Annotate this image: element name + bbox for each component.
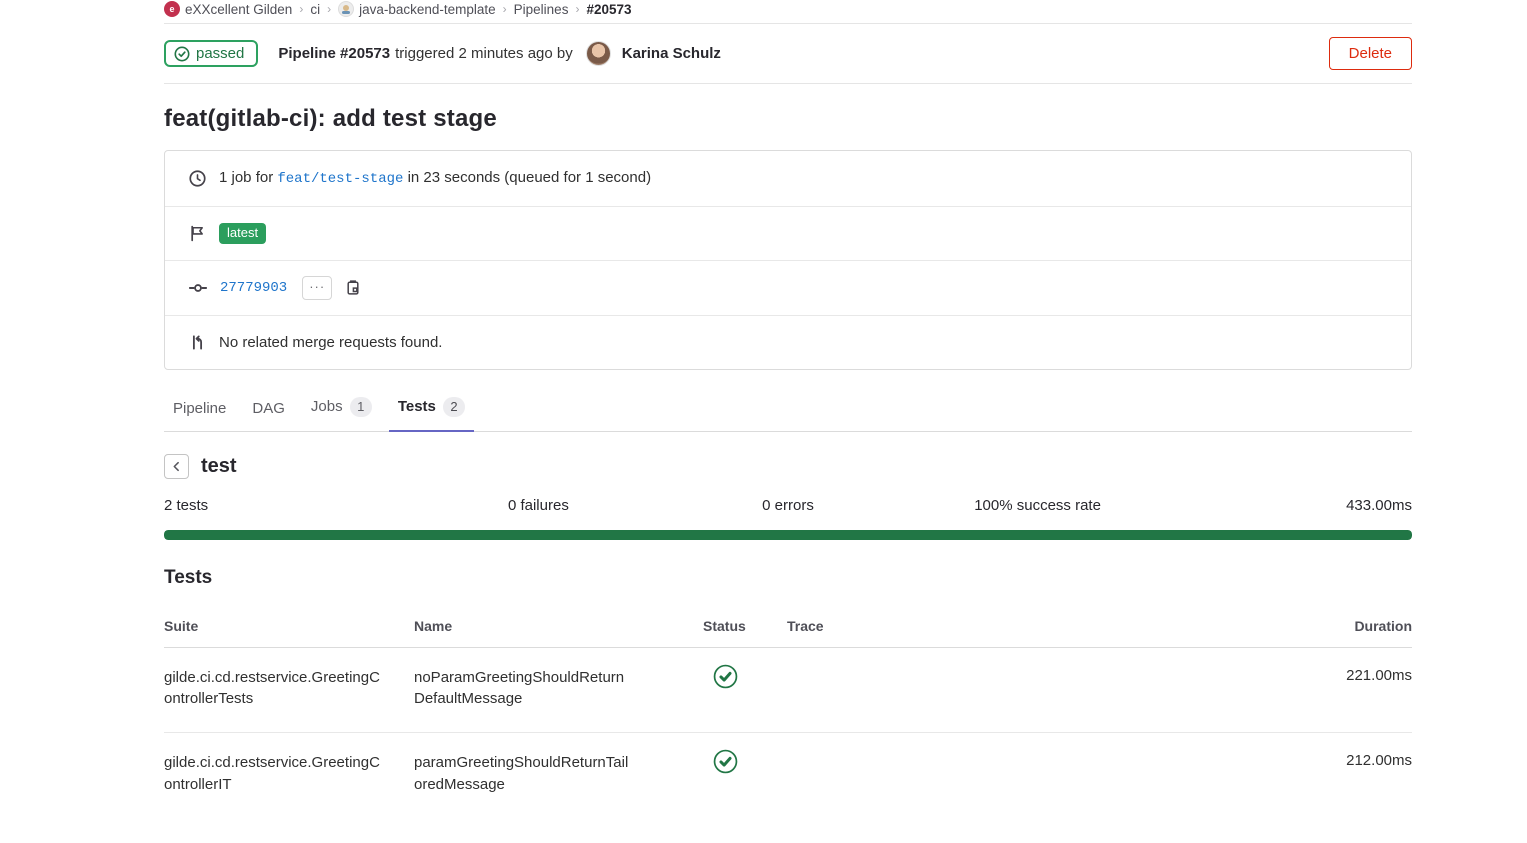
status-passed-icon <box>713 749 738 774</box>
tab-tests[interactable]: Tests 2 <box>389 386 474 432</box>
tab-label: DAG <box>252 400 285 417</box>
breadcrumb-item-ci[interactable]: ci <box>310 2 320 17</box>
breadcrumb-item-pipelines[interactable]: Pipelines <box>514 2 569 17</box>
clock-icon <box>189 170 206 187</box>
test-status-cell <box>703 752 787 779</box>
breadcrumb-item-group[interactable]: e eXXcellent Gilden <box>164 1 292 17</box>
breadcrumb-label: java-backend-template <box>359 2 496 17</box>
delete-button[interactable]: Delete <box>1329 37 1412 70</box>
test-duration-cell: 221.00ms <box>1292 667 1412 684</box>
status-badge: passed <box>164 40 258 67</box>
latest-badge: latest <box>219 223 266 244</box>
column-header-trace: Trace <box>787 618 1292 634</box>
check-circle-icon <box>174 46 190 62</box>
page-container: e eXXcellent Gilden › ci › java-backend-… <box>164 0 1412 818</box>
jobs-count-badge: 1 <box>350 397 372 417</box>
success-rate-bar <box>164 530 1412 540</box>
tab-label: Jobs <box>311 398 343 415</box>
tests-table-header: Suite Name Status Trace Duration <box>164 606 1412 648</box>
breadcrumb-item-pipeline-id: #20573 <box>586 2 631 17</box>
merge-requests-row: No related merge requests found. <box>165 315 1411 370</box>
pipeline-info-card: 1 job for feat/test-stage in 23 seconds … <box>164 150 1412 370</box>
chevron-left-icon <box>171 461 182 472</box>
job-prefix: 1 job for <box>219 169 273 186</box>
test-suite-cell: gilde.ci.cd.restservice.GreetingControll… <box>164 667 414 711</box>
breadcrumb-separator: › <box>327 2 331 16</box>
pipeline-status-bar: passed Pipeline #20573 triggered 2 minut… <box>164 24 1412 84</box>
job-summary-text: 1 job for feat/test-stage in 23 seconds … <box>219 169 651 187</box>
user-avatar[interactable] <box>586 41 611 66</box>
test-name-cell: paramGreetingShouldReturnTailoredMessage <box>414 752 664 796</box>
merge-request-icon <box>189 334 206 351</box>
tab-pipeline[interactable]: Pipeline <box>164 389 235 432</box>
merge-requests-text: No related merge requests found. <box>219 334 442 351</box>
pipeline-tabs: Pipeline DAG Jobs 1 Tests 2 <box>164 386 1412 432</box>
breadcrumb-item-project[interactable]: java-backend-template <box>338 1 496 17</box>
summary-success-rate: 100% success rate <box>913 497 1163 514</box>
column-header-name: Name <box>414 618 703 634</box>
table-row[interactable]: gilde.ci.cd.restservice.GreetingControll… <box>164 733 1412 818</box>
test-duration-cell: 212.00ms <box>1292 752 1412 769</box>
success-bar-fill <box>164 530 1412 540</box>
page-title: feat(gitlab-ci): add test stage <box>164 105 1412 133</box>
test-suite-header: test <box>164 454 1412 479</box>
table-row[interactable]: gilde.ci.cd.restservice.GreetingControll… <box>164 648 1412 734</box>
tests-section-heading: Tests <box>164 567 1412 589</box>
column-header-suite: Suite <box>164 618 414 634</box>
test-name-cell: noParamGreetingShouldReturnDefaultMessag… <box>414 667 664 711</box>
group-avatar-icon: e <box>164 1 180 17</box>
column-header-duration: Duration <box>1292 618 1412 634</box>
tab-label: Pipeline <box>173 400 226 417</box>
back-button[interactable] <box>164 454 189 479</box>
suite-name-heading: test <box>201 455 237 478</box>
job-suffix: in 23 seconds (queued for 1 second) <box>408 169 652 186</box>
job-summary-row: 1 job for feat/test-stage in 23 seconds … <box>165 151 1411 206</box>
status-badge-label: passed <box>196 45 244 62</box>
test-suite-cell: gilde.ci.cd.restservice.GreetingControll… <box>164 752 414 796</box>
status-passed-icon <box>713 664 738 689</box>
breadcrumb: e eXXcellent Gilden › ci › java-backend-… <box>164 0 1412 24</box>
tests-count-badge: 2 <box>443 397 465 417</box>
breadcrumb-label: Pipelines <box>514 2 569 17</box>
tab-dag[interactable]: DAG <box>243 389 294 432</box>
test-status-cell <box>703 667 787 694</box>
commit-icon <box>189 279 207 297</box>
breadcrumb-separator: › <box>503 2 507 16</box>
breadcrumb-label: #20573 <box>586 2 631 17</box>
breadcrumb-label: eXXcellent Gilden <box>185 2 292 17</box>
tab-jobs[interactable]: Jobs 1 <box>302 386 381 432</box>
suite-summary-row: 2 tests 0 failures 0 errors 100% success… <box>164 497 1412 514</box>
summary-errors: 0 errors <box>663 497 913 514</box>
commit-sha-link[interactable]: 27779903 <box>220 280 287 296</box>
latest-badge-row: latest <box>165 206 1411 261</box>
expand-commit-button[interactable]: ··· <box>302 276 332 300</box>
breadcrumb-separator: › <box>299 2 303 16</box>
breadcrumb-separator: › <box>575 2 579 16</box>
tab-label: Tests <box>398 398 436 415</box>
flag-icon <box>189 225 206 242</box>
summary-failures: 0 failures <box>414 497 664 514</box>
triggered-text: triggered 2 minutes ago by <box>395 45 573 62</box>
branch-link[interactable]: feat/test-stage <box>277 171 403 187</box>
user-name-link[interactable]: Karina Schulz <box>622 45 721 62</box>
column-header-status: Status <box>703 618 787 634</box>
breadcrumb-label: ci <box>310 2 320 17</box>
summary-duration: 433.00ms <box>1162 497 1412 514</box>
pipeline-id-label: Pipeline #20573 <box>278 45 390 62</box>
copy-commit-sha-icon[interactable] <box>345 279 361 296</box>
summary-tests: 2 tests <box>164 497 414 514</box>
pipeline-trigger-text: Pipeline #20573 triggered 2 minutes ago … <box>278 41 721 66</box>
commit-row: 27779903 ··· <box>165 260 1411 315</box>
project-avatar-icon <box>338 1 354 17</box>
